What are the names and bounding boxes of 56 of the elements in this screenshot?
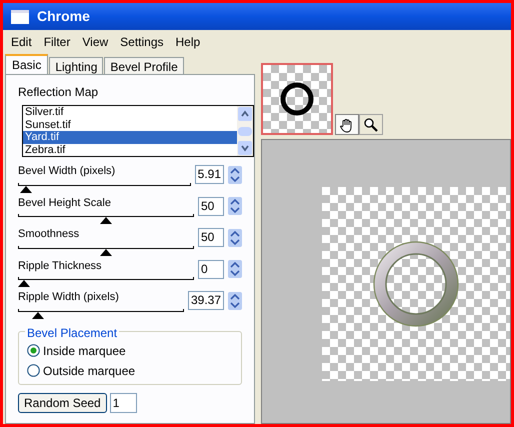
tab[interactable]: Lighting (49, 57, 104, 74)
menu-item[interactable]: Help (176, 33, 200, 51)
spinner-icon[interactable] (228, 197, 242, 215)
slider-label: Ripple Width (pixels) (18, 290, 120, 305)
value-field[interactable]: 0 (198, 260, 224, 278)
scroll-up-icon[interactable] (238, 107, 252, 121)
list-item[interactable]: Silver.tif (23, 106, 237, 118)
spinner-icon[interactable] (228, 228, 242, 246)
radio-option[interactable]: Inside marquee (27, 342, 233, 360)
slider-thumb[interactable] (18, 280, 30, 287)
value-field[interactable]: 5.91 (194, 165, 224, 184)
slider-thumb[interactable] (100, 248, 112, 256)
tab[interactable]: Basic (5, 54, 48, 74)
reflection-map-label: Reflection Map (18, 84, 100, 101)
window-title: Chrome (37, 7, 90, 26)
radio-option[interactable]: Outside marquee (27, 362, 233, 380)
menu-item[interactable]: Filter (44, 33, 70, 51)
search-icon (363, 116, 379, 132)
spinner-icon[interactable] (228, 166, 242, 184)
list-item[interactable]: Yard.tif (23, 131, 237, 144)
list-item[interactable]: Zebra.tif (23, 144, 237, 156)
menu-item[interactable]: View (82, 33, 108, 51)
slider-label: Ripple Thickness (18, 258, 103, 274)
slider-thumb[interactable] (20, 186, 32, 192)
tool-button[interactable] (359, 114, 383, 135)
value-field[interactable]: 50 (198, 196, 224, 216)
tool-button[interactable] (335, 114, 359, 135)
scrollbar[interactable] (237, 106, 253, 156)
slider-track[interactable] (18, 275, 194, 287)
menu-item[interactable]: Edit (11, 33, 32, 51)
random-seed-button[interactable]: Random Seed (18, 392, 107, 412)
slider-label: Bevel Width (pixels) (18, 164, 116, 179)
value-field[interactable]: 39.37 (188, 291, 224, 310)
value-field[interactable]: 50 (198, 228, 224, 247)
slider-label: Smoothness (18, 227, 80, 242)
radio-button[interactable] (27, 344, 40, 357)
radio-button[interactable] (27, 364, 40, 377)
spinner-icon[interactable] (228, 292, 242, 310)
tab[interactable]: Bevel Profile (104, 57, 184, 74)
menu-item[interactable]: Settings (120, 33, 164, 51)
window-icon (11, 10, 29, 24)
slider-track[interactable] (18, 212, 194, 224)
reflection-map-list[interactable]: Silver.tif Sunset.tif Yard.tif Zebra.tif (22, 105, 254, 157)
scrollbar-thumb[interactable] (238, 126, 252, 136)
slider-thumb[interactable] (100, 217, 112, 224)
slider-thumb[interactable] (32, 312, 44, 318)
slider-track[interactable] (18, 180, 191, 192)
spinner-icon[interactable] (228, 260, 242, 278)
ring-thumbnail-icon (279, 81, 315, 117)
slider-track[interactable] (18, 244, 194, 256)
scroll-down-icon[interactable] (238, 141, 252, 155)
preview-thumbnail[interactable] (261, 63, 333, 135)
slider-track[interactable] (18, 306, 184, 318)
list-item[interactable]: Sunset.tif (23, 118, 237, 131)
seed-field[interactable]: 1 (110, 392, 137, 412)
slider-label: Bevel Height Scale (18, 196, 112, 210)
